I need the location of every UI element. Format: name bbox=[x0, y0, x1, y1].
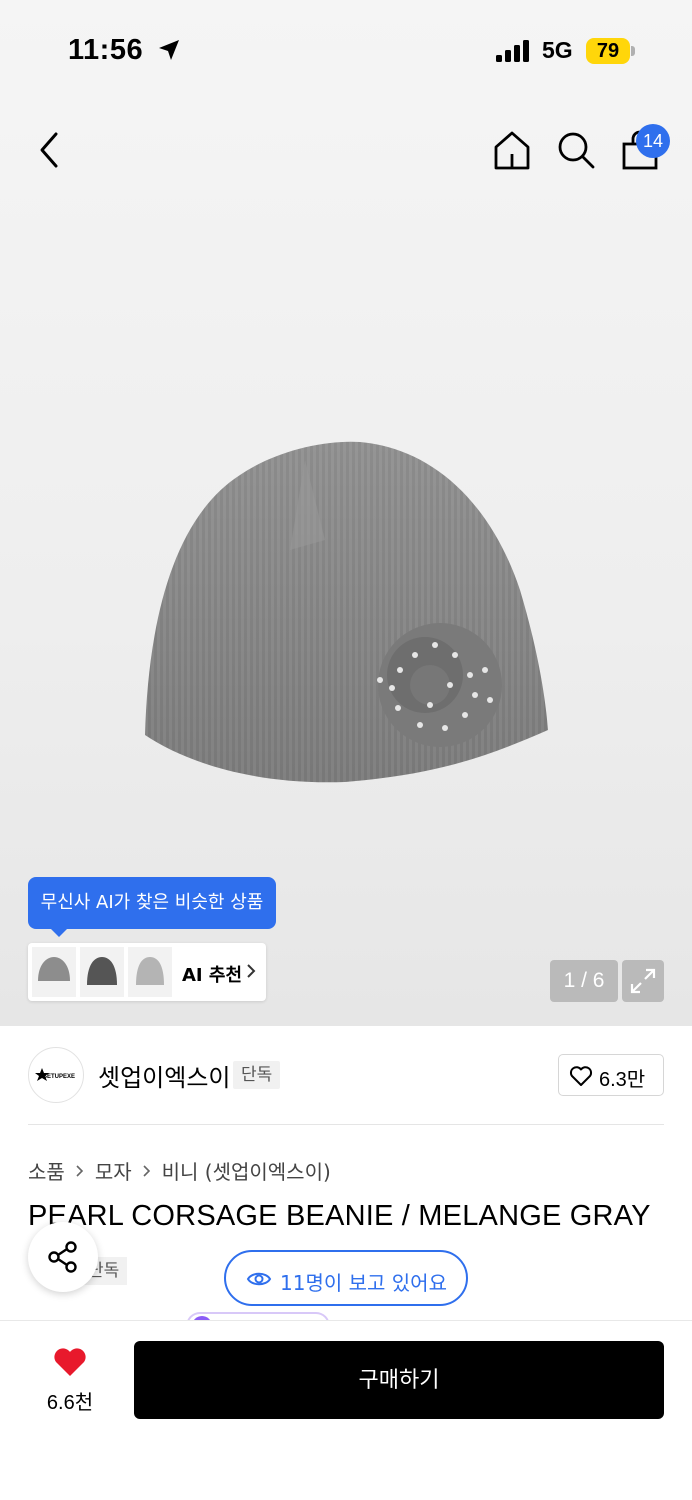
live-viewers-badge: 11명이 보고 있어요 bbox=[224, 1250, 468, 1306]
ai-recommend-label: AI 추천 bbox=[182, 965, 243, 986]
divider bbox=[28, 1124, 664, 1125]
brand-logo-text: SETUPEXE bbox=[43, 1074, 75, 1080]
breadcrumb-item[interactable]: 소품 bbox=[28, 1156, 65, 1185]
back-icon[interactable] bbox=[30, 128, 70, 172]
product-title: PEARL CORSAGE BEANIE / MELANGE GRAY bbox=[28, 1200, 651, 1232]
viewers-text: 11명이 보고 있어요 bbox=[280, 1271, 447, 1295]
expand-icon bbox=[630, 968, 656, 994]
buy-button[interactable]: 구매하기 bbox=[134, 1341, 664, 1419]
image-page-indicator: 1 / 6 bbox=[550, 960, 618, 1002]
breadcrumb: 소품 모자 비니 (셋업이엑스이) bbox=[28, 1156, 331, 1185]
eye-icon bbox=[246, 1272, 272, 1286]
chevron-right-icon bbox=[247, 964, 256, 978]
ai-similar-tooltip[interactable]: 무신사 AI가 찾은 비슷한 상품 bbox=[28, 877, 276, 929]
brand-logo[interactable]: SETUPEXE bbox=[28, 1047, 84, 1103]
brand-like-count: 6.3만 bbox=[599, 1069, 646, 1091]
heart-filled-icon[interactable] bbox=[52, 1346, 88, 1378]
status-time: 11:56 bbox=[68, 34, 144, 66]
corsage-detail bbox=[377, 623, 502, 747]
tooltip-arrow bbox=[50, 928, 68, 937]
signal-icon bbox=[496, 40, 529, 62]
product-like-count: 6.6천 bbox=[46, 1392, 94, 1414]
ai-thumbnail-3[interactable] bbox=[128, 947, 172, 997]
battery-tip bbox=[631, 46, 635, 56]
ai-thumbnail-1[interactable] bbox=[32, 947, 76, 997]
ai-thumbnail-2[interactable] bbox=[80, 947, 124, 997]
search-icon[interactable] bbox=[554, 128, 598, 172]
heart-outline-icon bbox=[569, 1066, 593, 1086]
cart-count-badge: 14 bbox=[636, 124, 670, 158]
breadcrumb-item[interactable]: 모자 bbox=[95, 1156, 132, 1185]
location-arrow-icon bbox=[159, 40, 179, 60]
expand-image-button[interactable] bbox=[622, 960, 664, 1002]
exclusive-tag: 단독 bbox=[233, 1061, 281, 1089]
ai-recommend-button[interactable]: AI 추천 bbox=[28, 943, 266, 1001]
home-icon[interactable] bbox=[490, 128, 534, 172]
share-button[interactable] bbox=[28, 1222, 98, 1292]
product-image[interactable] bbox=[130, 430, 560, 800]
brand-like-button[interactable]: 6.3만 bbox=[558, 1054, 664, 1096]
breadcrumb-item[interactable]: 비니 (셋업이엑스이) bbox=[162, 1156, 331, 1185]
network-type: 5G bbox=[542, 37, 573, 63]
brand-name[interactable]: 셋업이엑스이 bbox=[98, 1058, 230, 1093]
battery-indicator: 79 bbox=[586, 38, 630, 64]
chevron-right-icon bbox=[143, 1164, 150, 1177]
share-icon bbox=[48, 1241, 77, 1273]
chevron-right-icon bbox=[76, 1164, 83, 1177]
